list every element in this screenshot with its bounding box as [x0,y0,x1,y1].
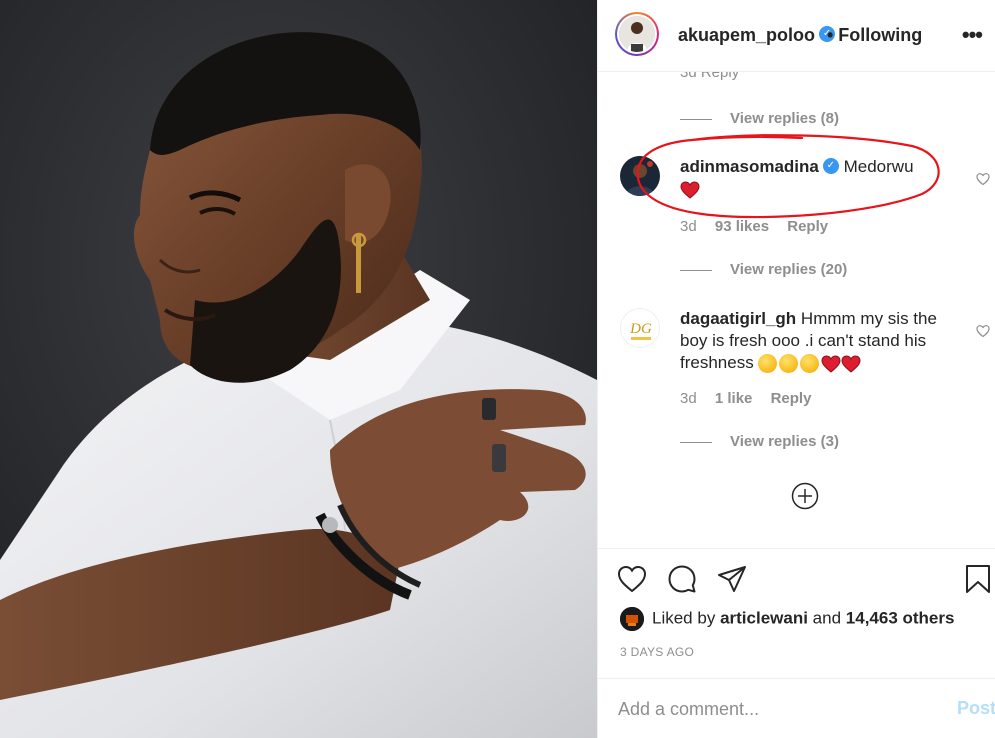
bookmark-icon[interactable] [962,563,994,595]
comment-username[interactable]: dagaatigirl_gh [680,309,796,328]
liked-by-label: Liked by [652,608,716,628]
author-username[interactable]: akuapem_poloo ✓ [678,25,836,46]
replies-divider [680,269,712,271]
author-username-text[interactable]: akuapem_poloo [678,25,815,45]
post-photo-illustration [0,0,597,738]
liker-avatar[interactable] [620,607,644,631]
liked-and-label: and [812,608,842,628]
view-replies-label[interactable]: View replies (20) [730,261,847,278]
commenter-avatar-image: DG [621,309,659,347]
comment-meta: 3d 1 like Reply [680,390,825,407]
post-header: akuapem_poloo ✓ • Following ••• [598,0,995,72]
red-heart-emoji [841,355,861,373]
comment-body: dagaatigirl_gh Hmmm my sis the boy is fr… [680,308,950,374]
comment-likes[interactable]: 1 like [715,390,753,407]
avatar-logo-text: DG [629,321,652,337]
post-timestamp[interactable]: 3 DAYS AGO [620,645,694,659]
comments-list[interactable]: 3d Reply View replies (8) adinmasomadina… [598,72,995,548]
comment-body: adinmasomadina ✓ Medorwu [680,156,950,200]
post-photo[interactable] [0,0,597,738]
comment-age: 3d [680,390,697,407]
comment-age: 3d [680,218,697,235]
comment-username[interactable]: adinmasomadina [680,157,819,176]
replies-divider [680,441,712,443]
verified-check-icon: ✓ [822,157,839,174]
author-avatar-image [619,16,655,52]
view-replies-label[interactable]: View replies (8) [730,110,839,127]
comment-likes[interactable]: 93 likes [715,218,769,235]
commenter-avatar-image [620,156,660,196]
view-replies-button[interactable]: View replies (8) [680,110,839,127]
more-options-icon[interactable]: ••• [962,22,983,48]
commenter-avatar[interactable] [620,156,660,196]
post-comment-button[interactable]: Post [957,698,995,719]
post-side-panel: akuapem_poloo ✓ • Following ••• 3d Reply … [597,0,995,738]
like-comment-heart-icon[interactable] [976,172,990,186]
view-replies-label[interactable]: View replies (3) [730,433,839,450]
share-icon[interactable] [716,563,748,595]
author-avatar[interactable] [615,12,659,56]
cut-off-comment-meta: 3d Reply [680,72,740,81]
commenter-avatar[interactable]: DG [620,308,660,348]
reply-button[interactable]: Reply [771,390,812,407]
replies-divider [680,118,712,120]
comment-text: Medorwu [843,157,914,176]
likes-count[interactable]: 14,463 others [846,608,955,627]
comment-input[interactable] [618,697,918,721]
comment-icon[interactable] [666,563,698,595]
heart-icon[interactable] [616,563,648,595]
plus-circle-icon[interactable] [791,482,819,510]
comment-meta: 3d 93 likes Reply [680,218,842,235]
liker-avatar-image [620,607,644,631]
reply-button[interactable]: Reply [787,218,828,235]
post-actions: Liked by articlewani and 14,463 others 3… [598,548,995,678]
add-comment-bar: Post [598,678,995,738]
like-comment-heart-icon[interactable] [976,324,990,338]
red-heart-emoji [680,181,700,199]
weary-face-emoji [800,354,820,374]
weary-face-emoji [758,354,778,374]
comment-item: adinmasomadina ✓ Medorwu 3d 93 likes Repl… [620,156,990,276]
view-replies-button[interactable]: View replies (20) [680,261,847,278]
liker-username[interactable]: articlewani [720,608,808,627]
comment-item: DG dagaatigirl_gh Hmmm my sis the boy is… [620,308,990,448]
following-button[interactable]: • Following [827,25,922,46]
view-replies-button[interactable]: View replies (3) [680,433,839,450]
likes-summary: Liked by articlewani and 14,463 others [620,607,954,633]
weary-face-emoji [779,354,799,374]
red-heart-emoji [821,355,841,373]
